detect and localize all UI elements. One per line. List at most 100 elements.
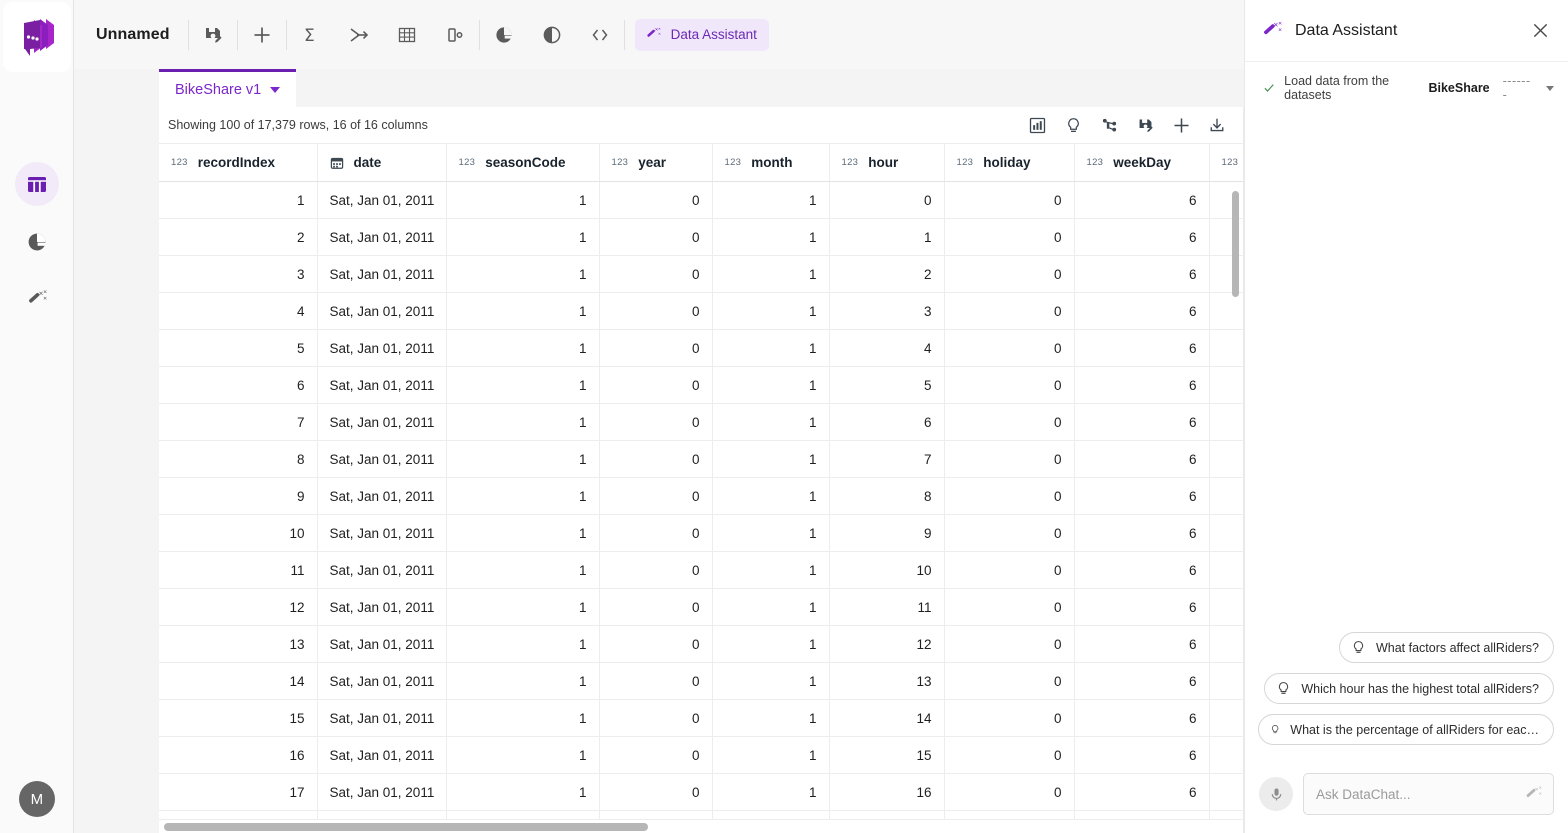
- assistant-step-load-data[interactable]: Load data from the datasets BikeShare --…: [1245, 62, 1568, 112]
- table-row[interactable]: 12 Sat, Jan 01, 2011 1 0 1 11 0 6: [159, 588, 1243, 626]
- cell-recordIndex[interactable]: 17: [159, 773, 318, 811]
- cell-holiday[interactable]: 0: [944, 662, 1075, 700]
- cell-seasonCode[interactable]: 1: [446, 551, 600, 589]
- cell-month[interactable]: 1: [712, 218, 830, 256]
- cell-seasonCode[interactable]: 1: [446, 588, 600, 626]
- cell-hour[interactable]: 0: [829, 181, 945, 219]
- cell-weekDay[interactable]: 6: [1074, 255, 1210, 293]
- insight-tool-button[interactable]: [1061, 113, 1085, 137]
- cell-year[interactable]: 0: [599, 588, 713, 626]
- cell-date[interactable]: Sat, Jan 01, 2011: [317, 218, 447, 256]
- transform-button[interactable]: [335, 15, 383, 55]
- chevron-down-icon[interactable]: [270, 86, 281, 93]
- cell-recordIndex[interactable]: 3: [159, 255, 318, 293]
- cell-seasonCode[interactable]: 1: [446, 292, 600, 330]
- cell-workingD[interactable]: [1209, 551, 1243, 589]
- cell-holiday[interactable]: 0: [944, 218, 1075, 256]
- cell-date[interactable]: Sat, Jan 01, 2011: [317, 551, 447, 589]
- cell-holiday[interactable]: 0: [944, 551, 1075, 589]
- cell-recordIndex[interactable]: 12: [159, 588, 318, 626]
- download-tool-button[interactable]: [1205, 113, 1229, 137]
- avatar[interactable]: M: [19, 781, 55, 817]
- cell-recordIndex[interactable]: 10: [159, 514, 318, 552]
- table-row[interactable]: 18Sat, Jan 01, 20111011706: [159, 810, 1243, 819]
- cell-year[interactable]: 0: [599, 551, 713, 589]
- cell-weekDay[interactable]: 6: [1074, 218, 1210, 256]
- cell-recordIndex[interactable]: 18: [159, 810, 318, 819]
- column-header-holiday[interactable]: 123 holiday: [944, 143, 1075, 182]
- column-header-year[interactable]: 123 year: [599, 143, 713, 182]
- cell-holiday[interactable]: 0: [944, 773, 1075, 811]
- cell-date[interactable]: Sat, Jan 01, 2011: [317, 403, 447, 441]
- cell-date[interactable]: Sat, Jan 01, 2011: [317, 625, 447, 663]
- cell-date[interactable]: Sat, Jan 01, 2011: [317, 588, 447, 626]
- table-row[interactable]: 1 Sat, Jan 01, 2011 1 0 1 0 0 6: [159, 181, 1243, 219]
- cell-month[interactable]: 1: [712, 292, 830, 330]
- cell-date[interactable]: Sat, Jan 01, 2011: [317, 181, 447, 219]
- cell-date[interactable]: Sat, Jan 01, 2011: [317, 514, 447, 552]
- cell-hour[interactable]: 10: [829, 551, 945, 589]
- cell-recordIndex[interactable]: 8: [159, 440, 318, 478]
- suggestion-chip-1[interactable]: Which hour has the highest total allRide…: [1264, 673, 1554, 704]
- cell-year[interactable]: 0: [599, 736, 713, 774]
- cell-workingD[interactable]: [1209, 810, 1243, 819]
- cell-workingD[interactable]: [1209, 477, 1243, 515]
- horizontal-scrollbar-track[interactable]: [159, 819, 1243, 833]
- cell-workingD[interactable]: [1209, 403, 1243, 441]
- cell-holiday[interactable]: 0: [944, 440, 1075, 478]
- chart-tool-button[interactable]: [1025, 113, 1049, 137]
- cell-seasonCode[interactable]: 1: [446, 625, 600, 663]
- cell-date[interactable]: Sat, Jan 01, 2011: [317, 477, 447, 515]
- cell-date[interactable]: Sat, Jan 01, 2011: [317, 255, 447, 293]
- add-tool-button[interactable]: [1169, 113, 1193, 137]
- cell-hour[interactable]: 9: [829, 514, 945, 552]
- cell-holiday[interactable]: 0: [944, 736, 1075, 774]
- table-row[interactable]: 6 Sat, Jan 01, 2011 1 0 1 5 0 6: [159, 366, 1243, 404]
- cell-holiday[interactable]: 0: [944, 477, 1075, 515]
- cell-hour[interactable]: 12: [829, 625, 945, 663]
- cell-weekDay[interactable]: 6: [1074, 662, 1210, 700]
- cell-workingD[interactable]: [1209, 736, 1243, 774]
- cell-month[interactable]: 1: [712, 662, 830, 700]
- data-assistant-toggle[interactable]: ✕ ✕ ✕ Data Assistant: [634, 18, 769, 51]
- cell-month[interactable]: 1: [712, 440, 830, 478]
- column-header-seasonCode[interactable]: 123 seasonCode: [446, 143, 600, 182]
- cell-weekDay[interactable]: 6: [1074, 773, 1210, 811]
- cell-hour[interactable]: 1: [829, 218, 945, 256]
- cell-year[interactable]: 0: [599, 329, 713, 367]
- cell-holiday[interactable]: 0: [944, 588, 1075, 626]
- cell-seasonCode[interactable]: 1: [446, 699, 600, 737]
- cell-hour[interactable]: 14: [829, 699, 945, 737]
- close-assistant-button[interactable]: [1526, 17, 1554, 45]
- ask-datachat-box[interactable]: ✕ ✕ ✕: [1303, 773, 1554, 815]
- split-circle-button[interactable]: [528, 15, 576, 55]
- cell-date[interactable]: Sat, Jan 01, 2011: [317, 292, 447, 330]
- cell-month[interactable]: 1: [712, 366, 830, 404]
- cell-month[interactable]: 1: [712, 403, 830, 441]
- microphone-button[interactable]: [1259, 777, 1293, 811]
- code-button[interactable]: [576, 15, 624, 55]
- sidebar-item-chart-view[interactable]: [15, 220, 59, 264]
- cell-date[interactable]: Sat, Jan 01, 2011: [317, 736, 447, 774]
- cell-seasonCode[interactable]: 1: [446, 736, 600, 774]
- table-row[interactable]: 15 Sat, Jan 01, 2011 1 0 1 14 0 6: [159, 699, 1243, 737]
- cell-seasonCode[interactable]: 1: [446, 218, 600, 256]
- cell-holiday[interactable]: 0: [944, 366, 1075, 404]
- cell-recordIndex[interactable]: 14: [159, 662, 318, 700]
- save-as-button[interactable]: [189, 15, 237, 55]
- cell-recordIndex[interactable]: 15: [159, 699, 318, 737]
- table-row[interactable]: 14 Sat, Jan 01, 2011 1 0 1 13 0 6: [159, 662, 1243, 700]
- cell-hour[interactable]: 13: [829, 662, 945, 700]
- cell-month[interactable]: 1: [712, 588, 830, 626]
- cell-hour[interactable]: 2: [829, 255, 945, 293]
- cell-seasonCode[interactable]: 1: [446, 403, 600, 441]
- cell-year[interactable]: 0: [599, 255, 713, 293]
- table-row[interactable]: 8 Sat, Jan 01, 2011 1 0 1 7 0 6: [159, 440, 1243, 478]
- cell-weekDay[interactable]: 6: [1074, 440, 1210, 478]
- cell-weekDay[interactable]: 6: [1074, 699, 1210, 737]
- cell-year[interactable]: 0: [599, 514, 713, 552]
- cell-seasonCode[interactable]: 1: [446, 810, 600, 819]
- cell-workingD[interactable]: [1209, 292, 1243, 330]
- cell-month[interactable]: 1: [712, 773, 830, 811]
- sidebar-item-insights[interactable]: ✕ ✕ ✕: [15, 278, 59, 322]
